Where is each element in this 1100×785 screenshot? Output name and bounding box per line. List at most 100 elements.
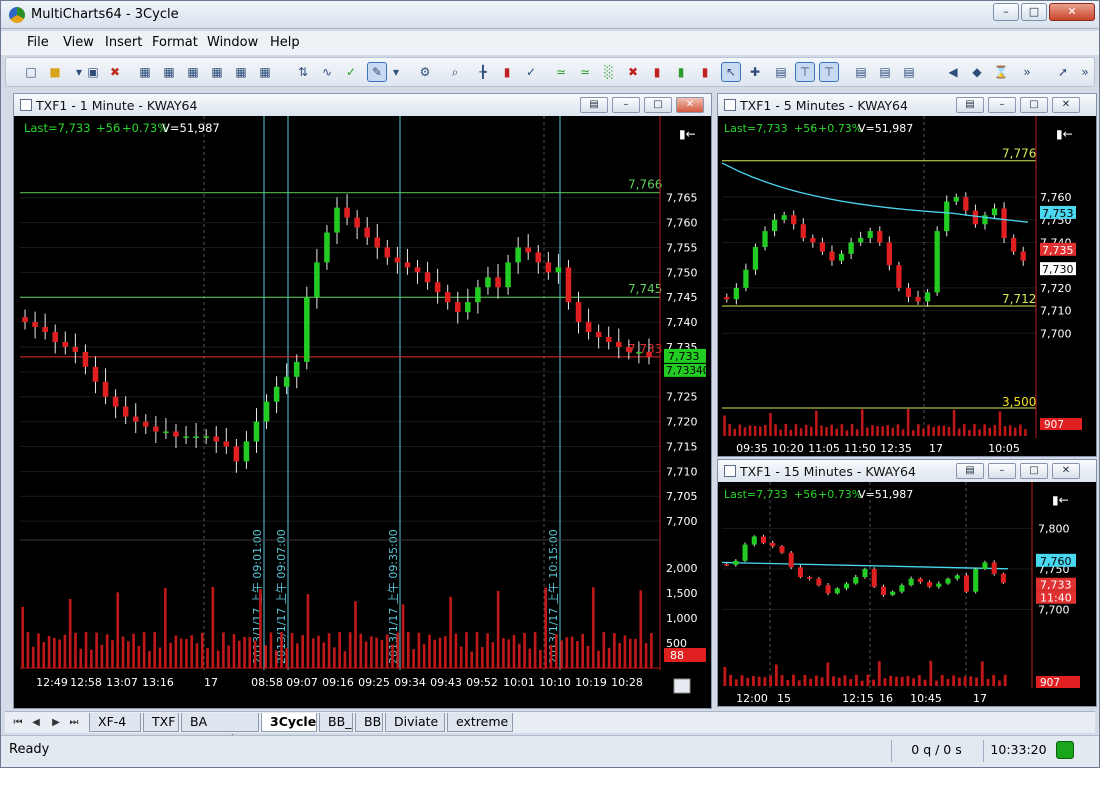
chart-15min-canvas[interactable]: 7,8007,7507,700 12:00 15 12:15 16 10:45 17 La… bbox=[718, 482, 1097, 707]
zoom-icon[interactable]: ⌕ bbox=[446, 63, 464, 81]
chart-5min-maximize-button[interactable]: □ bbox=[1020, 97, 1048, 113]
menu-file[interactable]: File bbox=[27, 35, 49, 50]
chart-1min-format-button[interactable]: ▤ bbox=[580, 97, 608, 113]
tile-window-icon[interactable]: ▤ bbox=[852, 63, 870, 81]
chart-window-5min-titlebar[interactable]: TXF1 - 5 Minutes - KWAY64 ▤ – □ ✕ bbox=[718, 94, 1096, 116]
chart-15min-minimize-button[interactable]: – bbox=[988, 463, 1016, 479]
workspace-tab[interactable]: Diviate bbox=[385, 713, 445, 732]
line-break-icon[interactable]: ░ bbox=[600, 63, 618, 81]
maximize-button[interactable]: □ bbox=[1021, 3, 1047, 21]
sync-chart-icon[interactable]: ⊤ bbox=[819, 62, 839, 82]
chart-5min-hline-label: 7,712 bbox=[1002, 292, 1036, 306]
candlestick-icon[interactable]: ▮ bbox=[498, 63, 516, 81]
chart-5min-candle bbox=[1011, 237, 1017, 252]
open-folder-icon[interactable]: ■ bbox=[46, 63, 64, 81]
insert-study-icon[interactable]: ⇅ bbox=[294, 63, 312, 81]
workspace-tab[interactable]: XF-4 bbox=[89, 713, 141, 732]
volume-profile-icon[interactable]: ▮ bbox=[672, 63, 690, 81]
close-workspace-icon[interactable]: ✖ bbox=[106, 63, 124, 81]
chart-5min-minimize-button[interactable]: – bbox=[988, 97, 1016, 113]
close-button[interactable]: ✕ bbox=[1049, 3, 1095, 21]
chart-5min-panel-menu-icon[interactable]: ▮← bbox=[1056, 127, 1073, 141]
drawing-tool-icon[interactable]: ✎ bbox=[367, 62, 387, 82]
heikin-ashi-icon[interactable]: ▮ bbox=[696, 63, 714, 81]
menu-window[interactable]: Window bbox=[207, 35, 258, 50]
point-figure-icon[interactable]: ✖ bbox=[624, 63, 642, 81]
chart-1min-maximize-button[interactable]: □ bbox=[644, 97, 672, 113]
toolbar-overflow-right-icon[interactable]: » bbox=[1076, 63, 1094, 81]
chart-window-1min[interactable]: TXF1 - 1 Minute - KWAY64 ▤ – □ ✕ 2013/1/… bbox=[13, 93, 712, 709]
chart-15min-panel-menu-icon[interactable]: ▮← bbox=[1052, 493, 1069, 507]
workspace-tab[interactable]: TXF bbox=[143, 713, 179, 732]
toolbar-overflow-icon[interactable]: » bbox=[1018, 63, 1036, 81]
chart-1min-minimize-button[interactable]: – bbox=[612, 97, 640, 113]
tab-last-icon[interactable]: ⏭ bbox=[67, 716, 81, 730]
image-export-icon[interactable]: ▤ bbox=[876, 63, 894, 81]
insert-indicator-icon[interactable]: ∿ bbox=[318, 63, 336, 81]
histogram-icon[interactable]: ▮ bbox=[648, 63, 666, 81]
menu-insert[interactable]: Insert bbox=[105, 35, 142, 50]
tab-first-icon[interactable]: ⏮ bbox=[11, 716, 25, 730]
chart-15min-maximize-button[interactable]: □ bbox=[1020, 463, 1048, 479]
renko-icon[interactable]: ≃ bbox=[552, 63, 570, 81]
insert-signal-icon[interactable]: ✓ bbox=[342, 63, 360, 81]
chart-window-1min-titlebar[interactable]: TXF1 - 1 Minute - KWAY64 ▤ – □ ✕ bbox=[14, 94, 711, 116]
minimize-button[interactable]: – bbox=[993, 3, 1019, 21]
tab-next-icon[interactable]: ▶ bbox=[49, 716, 63, 730]
workspace-tab[interactable]: BB bbox=[355, 713, 383, 732]
chart-window-5min[interactable]: TXF1 - 5 Minutes - KWAY64 ▤ – □ ✕ 7,776 7… bbox=[717, 93, 1097, 457]
link-chart-icon[interactable]: ⊤ bbox=[795, 62, 815, 82]
menu-view[interactable]: View bbox=[63, 35, 94, 50]
chart-1min-scroll-handle[interactable] bbox=[673, 678, 691, 694]
chart-window-15min[interactable]: TXF1 - 15 Minutes - KWAY64 ▤ – □ ✕ 7,800… bbox=[717, 459, 1097, 707]
scroll-both-icon[interactable]: ◆ bbox=[968, 63, 986, 81]
workspace-tab[interactable]: extreme bbox=[447, 713, 513, 732]
chart-1min-close-button[interactable]: ✕ bbox=[676, 97, 704, 113]
workspace-tab[interactable]: 3Cycle bbox=[261, 713, 317, 732]
chart-15min-format-button[interactable]: ▤ bbox=[956, 463, 984, 479]
drawing-tool-dropdown-icon[interactable]: ▾ bbox=[390, 63, 402, 81]
menu-help[interactable]: Help bbox=[270, 35, 300, 50]
chart-1min-candle bbox=[122, 406, 129, 417]
kagi-icon[interactable]: ≃ bbox=[576, 63, 594, 81]
chart-5min-candle bbox=[762, 231, 768, 247]
workspace-tab[interactable]: BA Spread bbox=[181, 713, 259, 747]
chart-5min-format-button[interactable]: ▤ bbox=[956, 97, 984, 113]
chart-1min-canvas[interactable]: 2013/1/17 上午 09:01:00 2013/1/17 上午 09:07:… bbox=[14, 116, 712, 709]
scanner-window-icon[interactable]: ▦ bbox=[160, 63, 178, 81]
workspace-tab[interactable]: BB_ bbox=[319, 713, 353, 732]
new-workspace-icon[interactable]: □ bbox=[22, 63, 40, 81]
scroll-left-icon[interactable]: ◀ bbox=[944, 63, 962, 81]
trendline-icon[interactable]: ➚ bbox=[1054, 63, 1072, 81]
cursor-arrow-icon[interactable]: ↖ bbox=[721, 62, 741, 82]
dom-window-icon[interactable]: ▦ bbox=[184, 63, 202, 81]
tab-prev-icon[interactable]: ◀ bbox=[29, 716, 43, 730]
hourglass-icon[interactable]: ⌛ bbox=[992, 63, 1010, 81]
bar-chart-icon[interactable]: ╊ bbox=[474, 63, 492, 81]
quote-window-icon[interactable]: ▦ bbox=[208, 63, 226, 81]
chart-1min-time-tick: 12:49 bbox=[36, 676, 68, 689]
chart-5min-time-tick: 10:20 bbox=[772, 442, 804, 455]
chart-1min-candle bbox=[475, 287, 481, 303]
menu-format[interactable]: Format bbox=[152, 35, 198, 50]
line-chart-icon[interactable]: ✓ bbox=[522, 63, 540, 81]
format-instrument-icon[interactable]: ⚙ bbox=[416, 63, 434, 81]
chart-5min-close-button[interactable]: ✕ bbox=[1052, 97, 1080, 113]
chart-15min-price-badge: 7,760 bbox=[1040, 555, 1072, 568]
chart-1min-candle bbox=[545, 262, 552, 273]
alert-icon[interactable]: ▤ bbox=[900, 63, 918, 81]
save-icon[interactable]: ▣ bbox=[84, 63, 102, 81]
crosshair-icon[interactable]: ✚ bbox=[746, 63, 764, 81]
chart-1min-time-tick: 10:01 bbox=[503, 676, 535, 689]
chart-1min-time-tick: 08:58 bbox=[251, 676, 283, 689]
chart-1min-panel-menu-icon[interactable]: ▮← bbox=[679, 127, 696, 141]
chart-5min-canvas[interactable]: 7,7767,7123,500 7,7607,7507,7407,7207,71… bbox=[718, 116, 1097, 457]
chart-window-15min-titlebar[interactable]: TXF1 - 15 Minutes - KWAY64 ▤ – □ ✕ bbox=[718, 460, 1096, 482]
data-tip-icon[interactable]: ▤ bbox=[772, 63, 790, 81]
chart-15min-candle bbox=[733, 560, 739, 565]
connection-status-icon[interactable] bbox=[1056, 741, 1074, 759]
portfolio-window-icon[interactable]: ▦ bbox=[232, 63, 250, 81]
chart-window-icon[interactable]: ▦ bbox=[136, 63, 154, 81]
chart-15min-close-button[interactable]: ✕ bbox=[1052, 463, 1080, 479]
order-window-icon[interactable]: ▦ bbox=[256, 63, 274, 81]
